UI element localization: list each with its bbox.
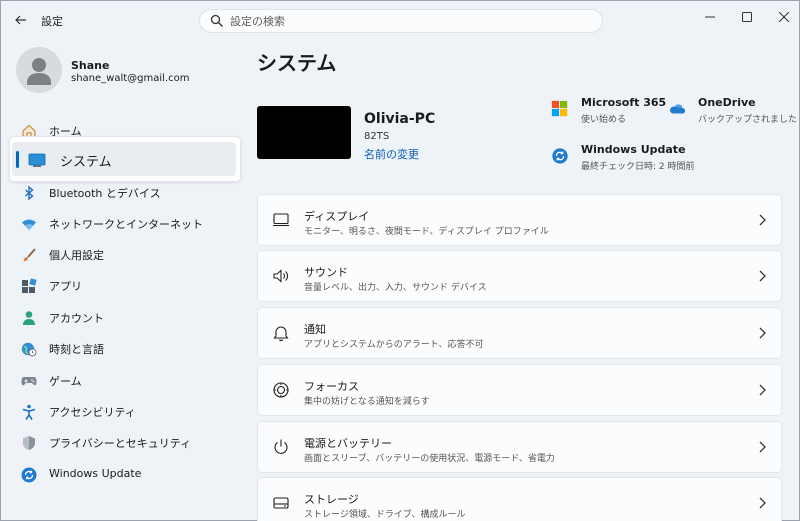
rename-link[interactable]: 名前の変更 — [364, 146, 419, 162]
sidebar-item-bluetooth[interactable]: Bluetooth とデバイス — [9, 177, 241, 207]
brush-icon — [23, 248, 36, 262]
tile-subtitle: バックアップされました — [698, 115, 798, 125]
sidebar-item-label: プライバシーとセキュリティ — [49, 437, 192, 450]
card-subtitle: 音量レベル、出力、入力、サウンド デバイス — [304, 283, 487, 293]
card-title: ディスプレイ — [304, 210, 370, 223]
card-focus[interactable]: フォーカス 集中の妨げとなる通知を減らす — [257, 364, 782, 416]
card-subtitle: アプリとシステムからのアラート、応答不可 — [304, 340, 484, 350]
sidebar-item-privacy[interactable]: プライバシーとセキュリティ — [9, 427, 241, 457]
minimize-button[interactable] — [697, 7, 723, 27]
search-icon — [210, 14, 223, 27]
chevron-right-icon — [759, 497, 766, 509]
avatar[interactable] — [16, 47, 62, 93]
chevron-right-icon — [759, 384, 766, 396]
card-title: ストレージ — [304, 493, 359, 506]
sidebar-item-accounts[interactable]: アカウント — [9, 302, 241, 332]
globe-clock-icon — [21, 342, 37, 357]
tile-title: Windows Update — [581, 143, 686, 156]
device-model: 82TS — [364, 131, 390, 142]
card-storage[interactable]: ストレージ ストレージ領域、ドライブ、構成ルール — [257, 477, 782, 521]
onedrive-icon — [670, 104, 686, 114]
accessibility-icon — [22, 404, 36, 420]
close-icon — [779, 12, 789, 22]
gamepad-icon — [21, 377, 37, 386]
sidebar-item-label: Windows Update — [49, 467, 142, 480]
sidebar-item-label: 個人用設定 — [49, 249, 104, 262]
card-notifications[interactable]: 通知 アプリとシステムからのアラート、応答不可 — [257, 307, 782, 359]
page-title: システム — [257, 51, 337, 75]
chevron-right-icon — [759, 214, 766, 226]
shield-icon — [23, 436, 35, 450]
sidebar-item-apps[interactable]: アプリ — [9, 270, 241, 300]
wifi-icon — [22, 219, 36, 230]
sidebar-item-label: ゲーム — [49, 375, 82, 388]
sidebar-item-label: 時刻と言語 — [49, 343, 104, 356]
card-subtitle: 画面とスリープ、バッテリーの使用状況、電源モード、省電力 — [304, 454, 555, 464]
app-title: 設定 — [41, 15, 63, 28]
card-title: フォーカス — [304, 380, 359, 393]
bluetooth-icon — [25, 185, 34, 201]
back-button[interactable] — [9, 9, 33, 31]
sidebar-item-time-language[interactable]: 時刻と言語 — [9, 333, 241, 363]
card-title: 通知 — [304, 323, 326, 336]
chevron-right-icon — [759, 441, 766, 453]
microsoft-365-icon — [551, 100, 568, 117]
user-avatar-icon — [27, 58, 51, 85]
sidebar-item-windows-update[interactable]: Windows Update — [9, 459, 241, 489]
account-icon — [23, 311, 35, 325]
sidebar-item-label: アプリ — [49, 280, 82, 293]
chevron-right-icon — [759, 327, 766, 339]
tile-title: OneDrive — [698, 96, 756, 109]
maximize-button[interactable] — [734, 7, 760, 27]
speaker-icon — [273, 269, 288, 283]
windows-update-icon — [552, 148, 568, 164]
system-icon — [28, 153, 46, 167]
card-subtitle: ストレージ領域、ドライブ、構成ルール — [304, 510, 466, 520]
device-thumbnail — [257, 106, 351, 159]
tile-onedrive[interactable]: OneDrive バックアップされました — [668, 96, 797, 126]
card-subtitle: 集中の妨げとなる通知を減らす — [304, 397, 430, 407]
display-icon — [273, 213, 289, 227]
sidebar-item-label: システム — [60, 155, 112, 170]
sidebar-item-accessibility[interactable]: アクセシビリティ — [9, 396, 241, 426]
card-power-battery[interactable]: 電源とバッテリー 画面とスリープ、バッテリーの使用状況、電源モード、省電力 — [257, 421, 782, 473]
user-email: shane_walt@gmail.com — [71, 73, 190, 84]
search-input[interactable] — [230, 13, 590, 29]
power-icon — [274, 439, 288, 454]
sidebar-item-personalization[interactable]: 個人用設定 — [9, 239, 241, 269]
active-indicator — [16, 151, 19, 168]
search-box[interactable] — [199, 9, 603, 33]
chevron-right-icon — [759, 270, 766, 282]
tile-windows-update[interactable]: Windows Update 最終チェック日時: 2 時間前 — [551, 143, 701, 173]
sidebar-item-label: Bluetooth とデバイス — [49, 187, 161, 200]
sidebar-item-network[interactable]: ネットワークとインターネット — [9, 208, 241, 238]
card-subtitle: モニター、明るさ、夜間モード、ディスプレイ プロファイル — [304, 227, 549, 237]
user-name: Shane — [71, 59, 110, 72]
back-arrow-icon — [15, 15, 26, 25]
card-sound[interactable]: サウンド 音量レベル、出力、入力、サウンド デバイス — [257, 250, 782, 302]
card-title: 電源とバッテリー — [304, 437, 392, 450]
tile-subtitle: 使い始める — [581, 115, 627, 125]
title-bar: 設定 — [1, 1, 800, 39]
tile-microsoft-365[interactable]: Microsoft 365 使い始める — [551, 96, 666, 126]
tile-subtitle: 最終チェック日時: 2 時間前 — [581, 162, 695, 172]
sidebar-item-system[interactable]: システム — [9, 136, 241, 182]
windows-update-icon — [21, 467, 37, 483]
tile-title: Microsoft 365 — [581, 96, 667, 109]
card-display[interactable]: ディスプレイ モニター、明るさ、夜間モード、ディスプレイ プロファイル — [257, 194, 782, 246]
bell-icon — [273, 326, 289, 342]
sidebar-item-label: アクセシビリティ — [49, 406, 136, 419]
focus-icon — [273, 382, 289, 398]
apps-icon — [22, 278, 37, 293]
card-title: サウンド — [304, 266, 348, 279]
maximize-icon — [742, 12, 752, 22]
sidebar-item-gaming[interactable]: ゲーム — [9, 365, 241, 395]
sidebar-item-label: ネットワークとインターネット — [49, 218, 203, 231]
device-name: Olivia-PC — [364, 111, 436, 127]
storage-icon — [273, 497, 289, 509]
sidebar-item-label: アカウント — [49, 312, 104, 325]
settings-window: 設定 Shane shane_walt@gmail.com ホーム — [0, 0, 800, 521]
close-button[interactable] — [771, 7, 797, 27]
minimize-icon — [705, 16, 715, 18]
